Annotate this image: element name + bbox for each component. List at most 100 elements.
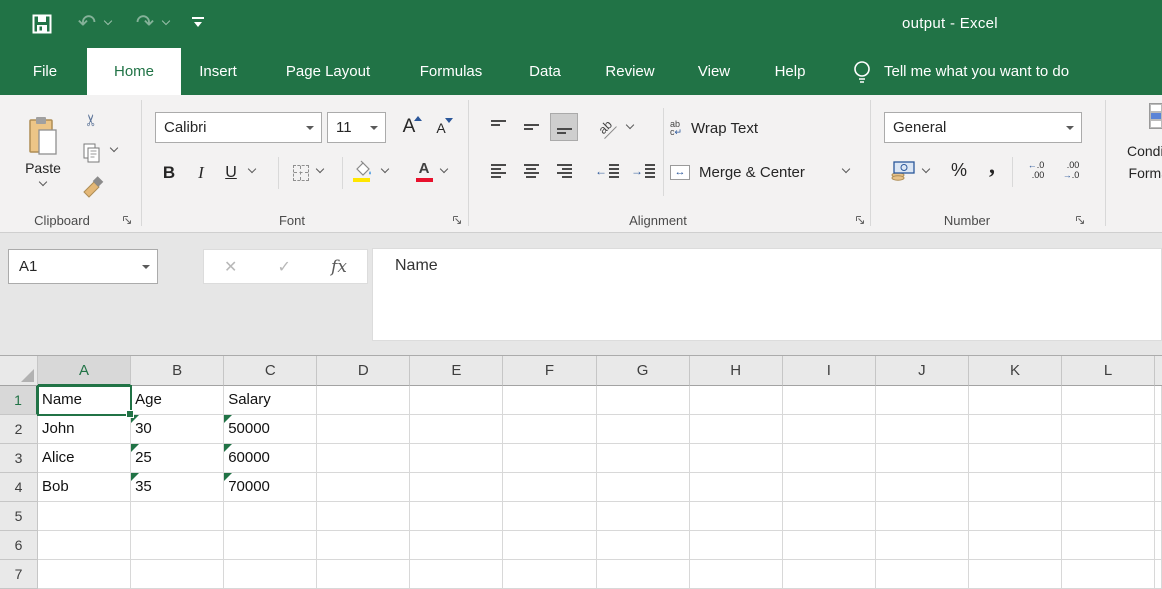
cell-E3[interactable] <box>410 444 503 473</box>
redo-dropdown[interactable] <box>162 18 171 25</box>
customize-qat-button[interactable] <box>192 17 204 29</box>
cell-I5[interactable] <box>783 502 876 531</box>
fill-handle[interactable] <box>126 410 134 418</box>
align-center-button[interactable] <box>517 157 545 185</box>
cell-B5[interactable] <box>131 502 224 531</box>
tab-view[interactable]: View <box>698 48 730 95</box>
cell-B6[interactable] <box>131 531 224 560</box>
cell-I1[interactable] <box>783 386 876 415</box>
decrease-decimal-button[interactable]: .00→.0 <box>1055 155 1087 185</box>
tab-home[interactable]: Home <box>87 48 181 95</box>
merge-center-dropdown[interactable] <box>842 166 851 173</box>
column-header-A[interactable]: A <box>38 356 131 386</box>
column-header-H[interactable]: H <box>690 356 783 386</box>
cell-B2[interactable]: 30 <box>131 415 224 444</box>
underline-dropdown[interactable] <box>248 166 257 173</box>
cell-J2[interactable] <box>876 415 969 444</box>
font-dialog-launcher[interactable] <box>450 213 464 227</box>
cell-A6[interactable] <box>38 531 131 560</box>
cell-C4[interactable]: 70000 <box>224 473 317 502</box>
copy-dropdown[interactable] <box>110 145 119 152</box>
cell-E4[interactable] <box>410 473 503 502</box>
cut-button[interactable]: ✂ <box>76 107 108 133</box>
column-header-D[interactable]: D <box>317 356 410 386</box>
cell-F2[interactable] <box>503 415 596 444</box>
cell-D4[interactable] <box>317 473 410 502</box>
cell-L3[interactable] <box>1062 444 1155 473</box>
increase-indent-button[interactable]: → <box>628 157 658 185</box>
cell-E5[interactable] <box>410 502 503 531</box>
tell-me-input[interactable]: Tell me what you want to do <box>884 48 1069 95</box>
bold-button[interactable]: B <box>154 157 184 189</box>
font-name-combo[interactable]: Calibri <box>155 112 322 143</box>
cell-F3[interactable] <box>503 444 596 473</box>
column-header-C[interactable]: C <box>224 356 317 386</box>
cell-A2[interactable]: John <box>38 415 131 444</box>
column-header-L[interactable]: L <box>1062 356 1155 386</box>
cell-H1[interactable] <box>690 386 783 415</box>
redo-button[interactable]: ↷ <box>132 8 158 38</box>
font-color-button[interactable]: A <box>410 155 438 187</box>
cell-H3[interactable] <box>690 444 783 473</box>
cell-G4[interactable] <box>597 473 690 502</box>
orientation-dropdown[interactable] <box>626 122 635 129</box>
tab-page-layout[interactable]: Page Layout <box>286 48 370 95</box>
cell-G5[interactable] <box>597 502 690 531</box>
column-header-E[interactable]: E <box>410 356 503 386</box>
cell-C2[interactable]: 50000 <box>224 415 317 444</box>
format-painter-button[interactable] <box>76 173 108 201</box>
align-middle-button[interactable] <box>517 113 545 141</box>
row-header-1[interactable]: 1 <box>0 386 38 415</box>
decrease-indent-button[interactable]: ← <box>592 157 622 185</box>
name-box[interactable]: A1 <box>8 249 158 284</box>
cell-E2[interactable] <box>410 415 503 444</box>
cell-F6[interactable] <box>503 531 596 560</box>
fill-color-button[interactable] <box>350 155 376 187</box>
cell-K6[interactable] <box>969 531 1062 560</box>
insert-function-icon[interactable]: fx <box>331 257 347 277</box>
cell-A1[interactable]: Name <box>38 386 131 415</box>
cell-K2[interactable] <box>969 415 1062 444</box>
cell-C6[interactable] <box>224 531 317 560</box>
cell-G2[interactable] <box>597 415 690 444</box>
cell-F5[interactable] <box>503 502 596 531</box>
cell-G3[interactable] <box>597 444 690 473</box>
merge-center-button[interactable]: ↔ Merge & Center <box>670 157 805 187</box>
cell-K1[interactable] <box>969 386 1062 415</box>
alignment-dialog-launcher[interactable] <box>853 213 867 227</box>
align-bottom-button[interactable] <box>550 113 578 141</box>
number-dialog-launcher[interactable] <box>1073 213 1087 227</box>
copy-button[interactable] <box>76 140 108 166</box>
underline-button[interactable]: U <box>216 157 246 189</box>
shrink-font-button[interactable]: A <box>428 114 454 142</box>
cell-D3[interactable] <box>317 444 410 473</box>
cell-K5[interactable] <box>969 502 1062 531</box>
borders-dropdown[interactable] <box>316 166 325 173</box>
row-header-4[interactable]: 4 <box>0 473 38 502</box>
tab-review[interactable]: Review <box>605 48 654 95</box>
clipboard-dialog-launcher[interactable] <box>120 213 134 227</box>
cell-C3[interactable]: 60000 <box>224 444 317 473</box>
font-color-dropdown[interactable] <box>440 166 449 173</box>
cell-F1[interactable] <box>503 386 596 415</box>
percent-style-button[interactable]: % <box>944 155 974 185</box>
conditional-formatting-button[interactable]: Conditional Formatting <box>1122 100 1162 210</box>
column-header-I[interactable]: I <box>783 356 876 386</box>
cell-E1[interactable] <box>410 386 503 415</box>
undo-button[interactable]: ↶ <box>74 8 100 38</box>
cell-D1[interactable] <box>317 386 410 415</box>
tab-insert[interactable]: Insert <box>199 48 237 95</box>
undo-dropdown[interactable] <box>104 18 113 25</box>
cell-L6[interactable] <box>1062 531 1155 560</box>
cell-B4[interactable]: 35 <box>131 473 224 502</box>
cell-L5[interactable] <box>1062 502 1155 531</box>
cell-C1[interactable]: Salary <box>224 386 317 415</box>
cell-H5[interactable] <box>690 502 783 531</box>
cell-H4[interactable] <box>690 473 783 502</box>
cell-J4[interactable] <box>876 473 969 502</box>
cell-K4[interactable] <box>969 473 1062 502</box>
cell-C5[interactable] <box>224 502 317 531</box>
orientation-button[interactable]: ab <box>590 113 622 141</box>
cell-D6[interactable] <box>317 531 410 560</box>
column-header-J[interactable]: J <box>876 356 969 386</box>
